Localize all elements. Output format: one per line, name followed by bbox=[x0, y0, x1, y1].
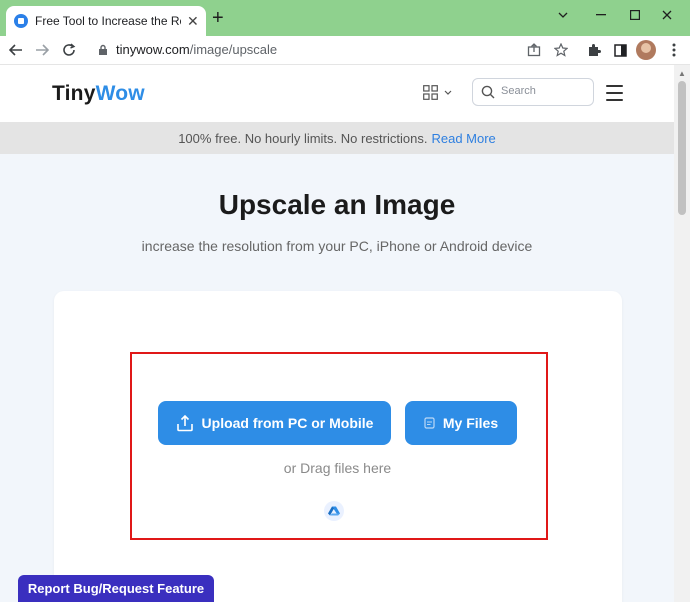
search-icon bbox=[481, 85, 495, 99]
reload-icon[interactable] bbox=[58, 39, 80, 61]
site-header: TinyWow bbox=[0, 65, 674, 122]
minimize-icon[interactable] bbox=[586, 4, 616, 26]
page-subtitle: increase the resolution from your PC, iP… bbox=[141, 238, 533, 254]
close-icon[interactable]: ✕ bbox=[187, 14, 199, 28]
maximize-icon[interactable] bbox=[620, 4, 650, 26]
read-more-link[interactable]: Read More bbox=[431, 131, 495, 146]
plus-icon[interactable]: + bbox=[212, 8, 224, 28]
my-files-button[interactable]: My Files bbox=[405, 401, 517, 445]
profile-avatar[interactable] bbox=[636, 40, 656, 60]
report-bug-button[interactable]: Report Bug/Request Feature bbox=[18, 575, 214, 602]
share-icon[interactable] bbox=[523, 39, 545, 61]
browser-toolbar: tinywow.com/image/upscale bbox=[0, 36, 690, 65]
promo-banner: 100% free. No hourly limits. No restrict… bbox=[0, 122, 674, 154]
kebab-menu-icon[interactable] bbox=[663, 39, 685, 61]
url-path: /image/upscale bbox=[189, 42, 278, 57]
google-drive-icon[interactable] bbox=[324, 501, 344, 521]
back-arrow-icon[interactable] bbox=[5, 39, 27, 61]
my-files-label: My Files bbox=[442, 415, 499, 431]
lock-icon[interactable] bbox=[92, 39, 114, 61]
logo-main: Tiny bbox=[52, 82, 96, 105]
browser-tab[interactable]: Free Tool to Increase the Resolution ✕ bbox=[6, 6, 206, 36]
upload-button[interactable]: Upload from PC or Mobile bbox=[158, 401, 391, 445]
web-page: TinyWow 100% free. No hourly limits. No … bbox=[0, 65, 690, 602]
tinywow-favicon bbox=[14, 14, 28, 28]
banner-text: 100% free. No hourly limits. No restrict… bbox=[178, 130, 428, 146]
url-host: tinywow.com bbox=[116, 42, 190, 57]
drag-drop-text: or Drag files here bbox=[283, 460, 392, 476]
upload-icon bbox=[176, 414, 193, 432]
site-logo[interactable]: TinyWow bbox=[52, 82, 145, 106]
search-input[interactable] bbox=[501, 85, 587, 97]
sidebar-icon[interactable] bbox=[609, 39, 631, 61]
scroll-thumb[interactable] bbox=[678, 81, 686, 215]
chevron-down-icon bbox=[444, 90, 452, 95]
page-title: Upscale an Image bbox=[218, 189, 456, 220]
browser-titlebar: Free Tool to Increase the Resolution ✕ + bbox=[0, 0, 690, 36]
extensions-icon[interactable] bbox=[583, 39, 605, 61]
file-icon bbox=[424, 417, 435, 429]
scroll-up-arrow-icon[interactable]: ▲ bbox=[678, 69, 686, 78]
forward-arrow-icon[interactable] bbox=[31, 39, 53, 61]
hamburger-icon[interactable] bbox=[606, 85, 623, 106]
address-bar[interactable]: tinywow.com/image/upscale bbox=[116, 42, 277, 57]
chevron-down-icon[interactable] bbox=[548, 4, 578, 26]
page-scrollbar[interactable]: ▲ bbox=[674, 65, 690, 602]
logo-accent: Wow bbox=[95, 82, 145, 105]
apps-menu[interactable] bbox=[423, 85, 452, 100]
close-window-icon[interactable] bbox=[652, 4, 682, 26]
star-icon[interactable] bbox=[550, 39, 572, 61]
search-box[interactable] bbox=[472, 78, 594, 106]
upload-button-label: Upload from PC or Mobile bbox=[201, 415, 374, 431]
apps-grid-icon bbox=[423, 85, 438, 100]
tab-title: Free Tool to Increase the Resolution bbox=[35, 14, 181, 28]
